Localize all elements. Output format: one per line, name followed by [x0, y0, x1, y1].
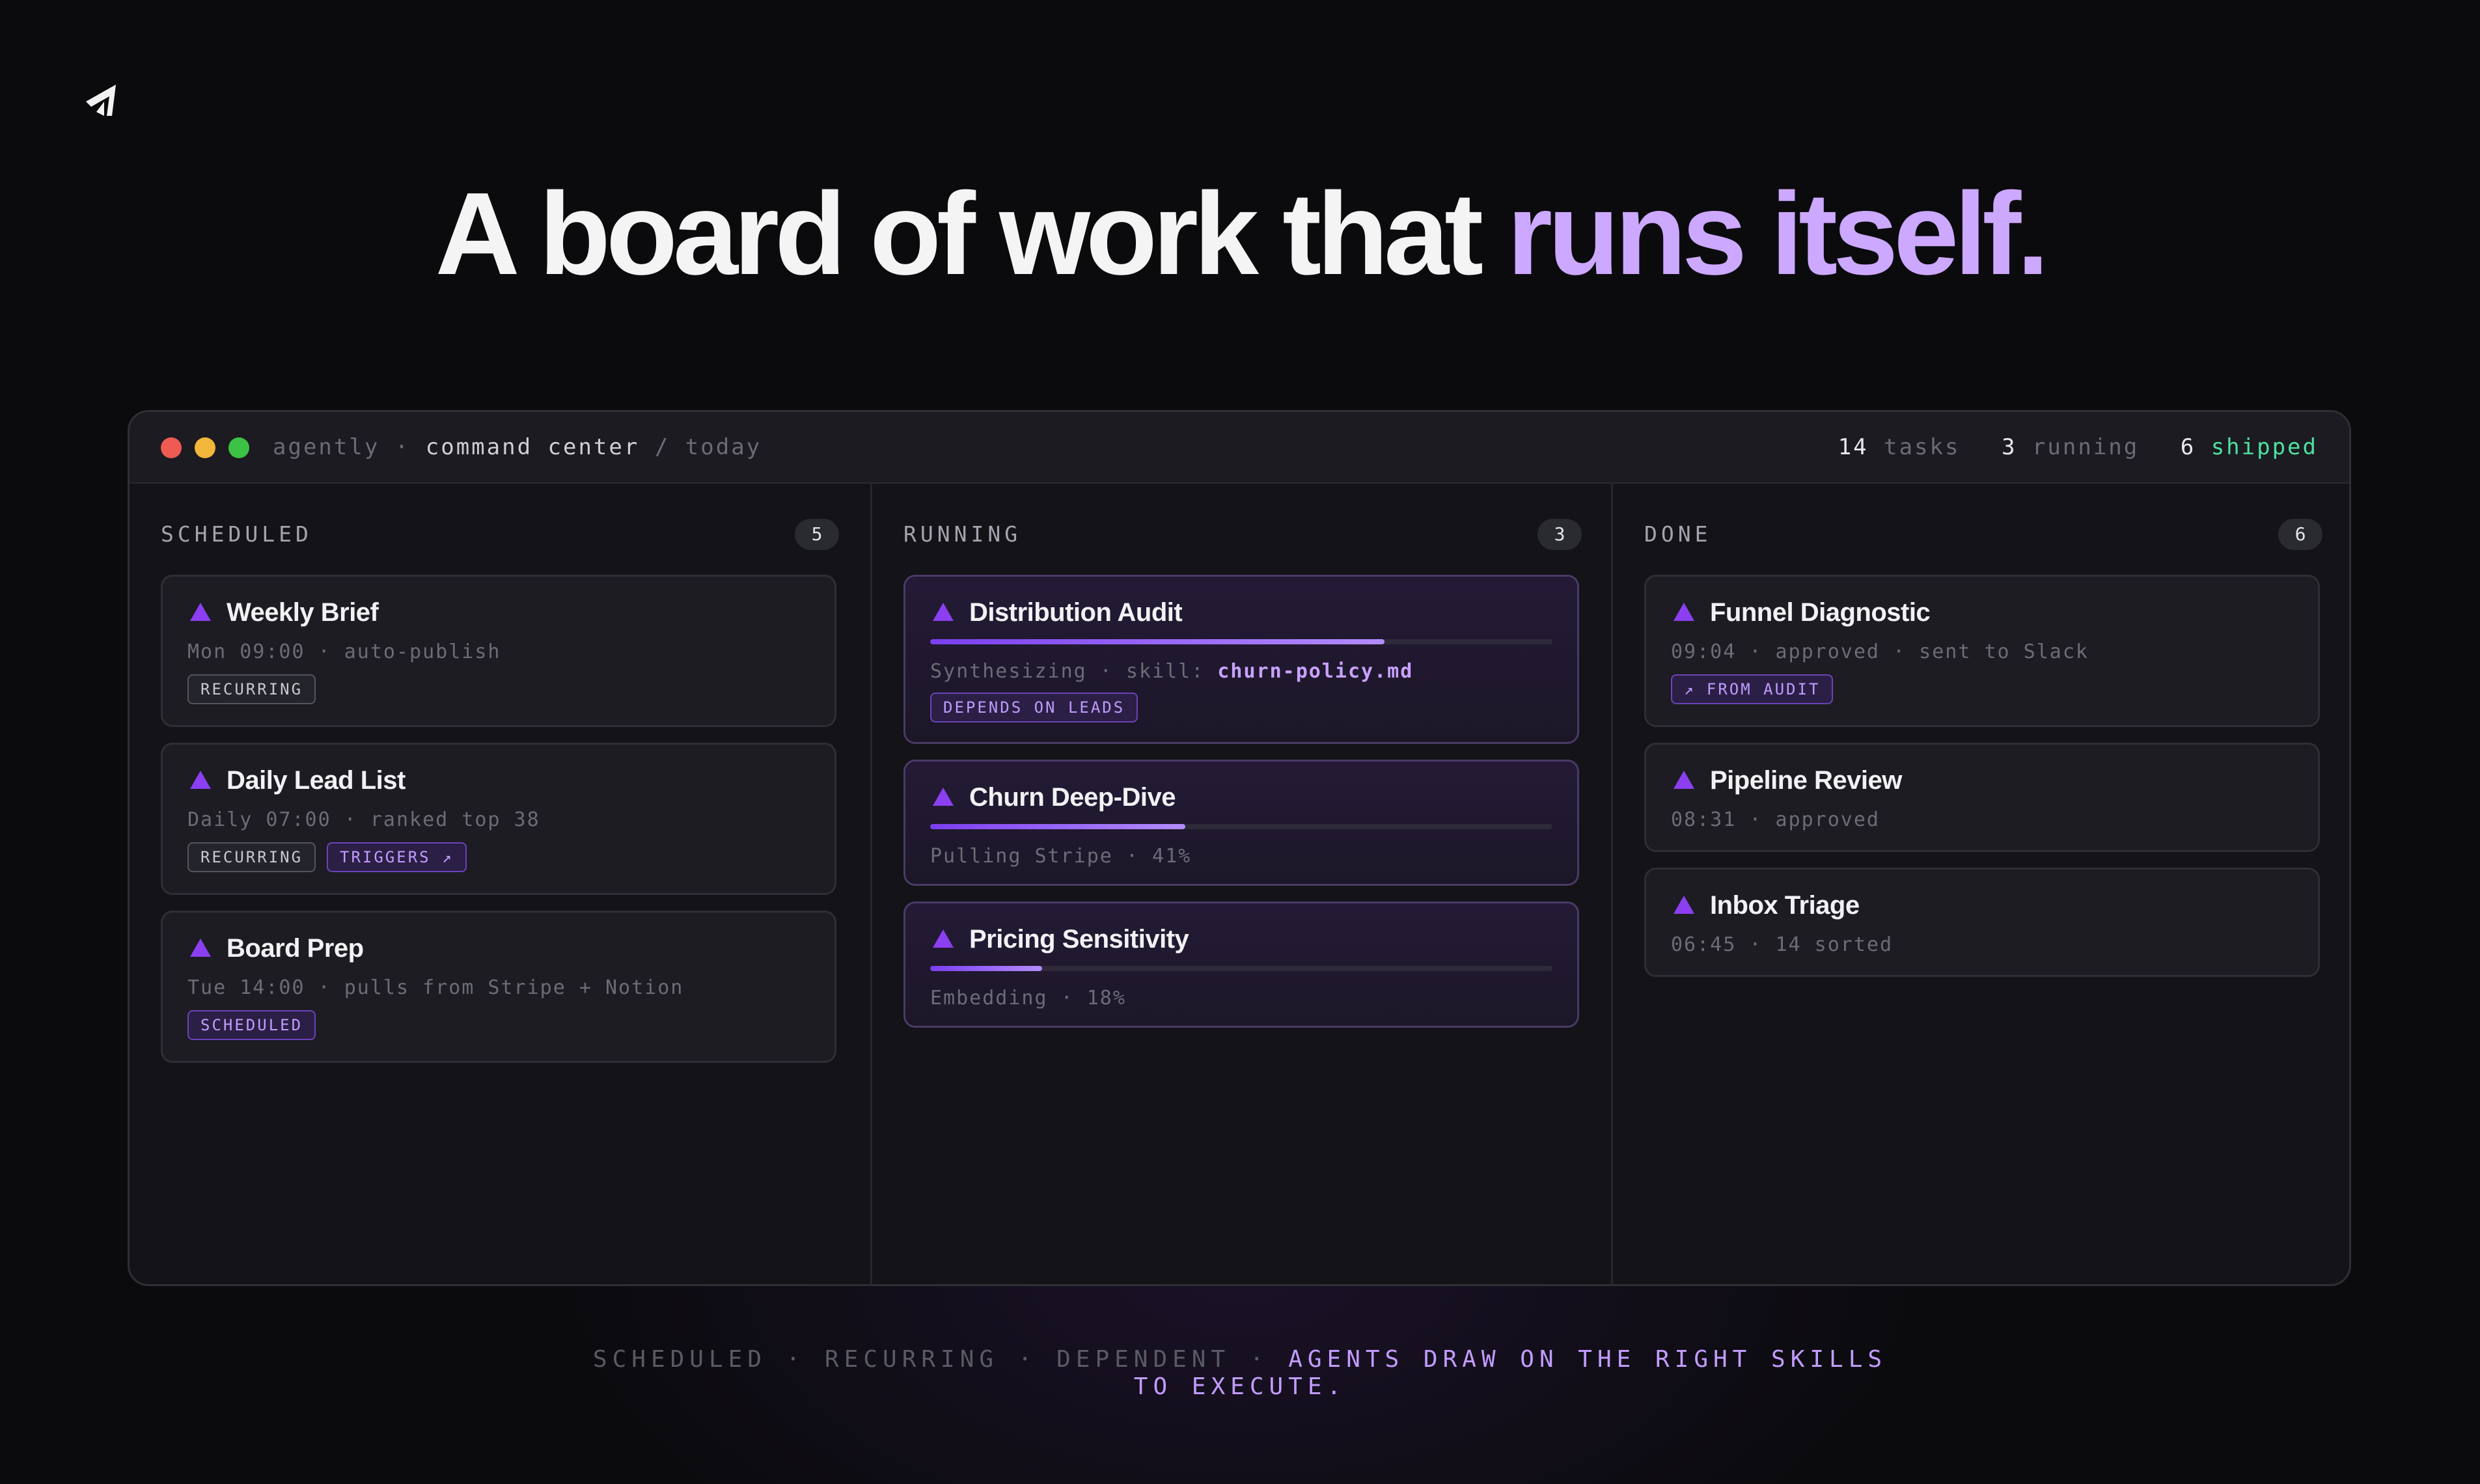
running-count: 3 — [2001, 434, 2017, 460]
task-title: Funnel Diagnostic — [1710, 598, 1931, 627]
task-card-pricing-sensitivity[interactable]: Pricing Sensitivity Embedding · 18% — [903, 901, 1579, 1028]
task-meta: 06:45 · 14 sorted — [1671, 933, 1894, 956]
task-progress-bar — [930, 966, 1552, 971]
window-titlebar: agently · command center / today 14 task… — [130, 412, 2349, 484]
triangle-icon — [1674, 603, 1694, 621]
triangle-icon — [1674, 896, 1694, 914]
column-done: DONE 6 Funnel Diagnostic 09:04 · approve… — [1611, 484, 2349, 1284]
task-card-daily-lead-list[interactable]: Daily Lead List Daily 07:00 · ranked top… — [161, 743, 836, 895]
footer-accent-1: AGENTS DRAW ON THE RIGHT SKILLS — [1288, 1346, 1888, 1373]
task-meta: Daily 07:00 · ranked top 38 — [187, 808, 540, 831]
task-title: Inbox Triage — [1710, 891, 1860, 920]
breadcrumb-page[interactable]: command center — [426, 434, 640, 460]
column-scheduled: SCHEDULED 5 Weekly Brief Mon 09:00 · aut… — [130, 484, 870, 1284]
task-progress-bar — [930, 639, 1552, 644]
task-title: Board Prep — [227, 934, 364, 963]
column-running: RUNNING 3 Distribution Audit Synthesizin… — [870, 484, 1613, 1284]
breadcrumb-view[interactable]: today — [685, 434, 762, 460]
triangle-icon — [933, 929, 954, 948]
running-label: running — [2032, 434, 2140, 460]
tag-from-audit[interactable]: ↗ FROM AUDIT — [1671, 674, 1834, 704]
breadcrumb: agently · command center / today — [273, 434, 762, 460]
task-progress-fill — [930, 639, 1385, 644]
task-title: Churn Deep-Dive — [969, 783, 1176, 812]
task-card-distribution-audit[interactable]: Distribution Audit Synthesizing · skill:… — [903, 575, 1579, 744]
task-title: Daily Lead List — [227, 766, 406, 795]
footer-line-1: SCHEDULED · RECURRING · DEPENDENT · AGEN… — [0, 1346, 2480, 1373]
tag-recurring: RECURRING — [187, 674, 316, 704]
page-headline: A board of work that runs itself. — [0, 169, 2480, 299]
triangle-icon — [933, 788, 954, 806]
breadcrumb-separator: · — [394, 434, 411, 460]
task-card-weekly-brief[interactable]: Weekly Brief Mon 09:00 · auto-publish RE… — [161, 575, 836, 727]
shipped-label: shipped — [2211, 434, 2318, 460]
headline-part-2: runs itself. — [1507, 169, 2049, 299]
task-card-pipeline-review[interactable]: Pipeline Review 08:31 · approved — [1644, 743, 2320, 852]
breadcrumb-slash: / — [654, 434, 670, 460]
task-meta: Pulling Stripe · 41% — [930, 845, 1192, 868]
task-meta: 08:31 · approved — [1671, 808, 1880, 831]
tag-scheduled: SCHEDULED — [187, 1010, 316, 1040]
column-title: SCHEDULED — [161, 521, 312, 547]
window-close-button[interactable] — [161, 437, 182, 458]
task-title: Pricing Sensitivity — [969, 925, 1189, 954]
task-meta: 09:04 · approved · sent to Slack — [1671, 640, 2089, 663]
footer-tagline: SCHEDULED · RECURRING · DEPENDENT · AGEN… — [0, 1346, 2480, 1401]
column-count-badge: 3 — [1537, 519, 1582, 550]
agently-logo-icon — [82, 82, 120, 120]
shipped-count: 6 — [2180, 434, 2196, 460]
tag-depends-on-leads[interactable]: DEPENDS ON LEADS — [930, 693, 1138, 722]
task-meta: Embedding · 18% — [930, 987, 1126, 1010]
task-progress-fill — [930, 966, 1043, 971]
task-meta: Mon 09:00 · auto-publish — [187, 640, 501, 663]
breadcrumb-app[interactable]: agently — [273, 434, 379, 460]
tasks-count: 14 — [1838, 434, 1869, 460]
task-card-funnel-diagnostic[interactable]: Funnel Diagnostic 09:04 · approved · sen… — [1644, 575, 2320, 727]
window-maximize-button[interactable] — [228, 437, 249, 458]
task-title: Weekly Brief — [227, 598, 379, 627]
task-meta-prefix: Synthesizing · skill: — [930, 660, 1218, 683]
footer-muted: SCHEDULED · RECURRING · DEPENDENT · — [592, 1346, 1289, 1373]
task-meta: Synthesizing · skill: churn-policy.md — [930, 660, 1413, 683]
triangle-icon — [933, 603, 954, 621]
skill-file-link[interactable]: churn-policy.md — [1217, 660, 1413, 683]
task-progress-bar — [930, 824, 1552, 829]
footer-accent-2: TO EXECUTE. — [1133, 1373, 1347, 1400]
triangle-icon — [1674, 771, 1694, 789]
task-card-inbox-triage[interactable]: Inbox Triage 06:45 · 14 sorted — [1644, 868, 2320, 977]
tag-recurring: RECURRING — [187, 842, 316, 872]
column-title: DONE — [1644, 521, 1712, 547]
column-count-badge: 6 — [2278, 519, 2322, 550]
headline-part-1: A board of work that — [435, 169, 1508, 299]
task-card-board-prep[interactable]: Board Prep Tue 14:00 · pulls from Stripe… — [161, 911, 836, 1063]
column-title: RUNNING — [903, 521, 1022, 547]
triangle-icon — [190, 939, 211, 957]
tasks-label: tasks — [1884, 434, 1961, 460]
task-title: Distribution Audit — [969, 598, 1183, 627]
triangle-icon — [190, 603, 211, 621]
task-meta: Tue 14:00 · pulls from Stripe + Notion — [187, 976, 684, 999]
tag-triggers[interactable]: TRIGGERS ↗ — [327, 842, 467, 872]
command-center-window: agently · command center / today 14 task… — [128, 410, 2351, 1286]
window-minimize-button[interactable] — [195, 437, 215, 458]
board-stats: 14 tasks 3 running 6 shipped — [1838, 434, 2318, 460]
task-progress-fill — [930, 824, 1185, 829]
task-card-churn-deep-dive[interactable]: Churn Deep-Dive Pulling Stripe · 41% — [903, 760, 1579, 886]
task-title: Pipeline Review — [1710, 766, 1902, 795]
column-count-badge: 5 — [795, 519, 839, 550]
triangle-icon — [190, 771, 211, 789]
